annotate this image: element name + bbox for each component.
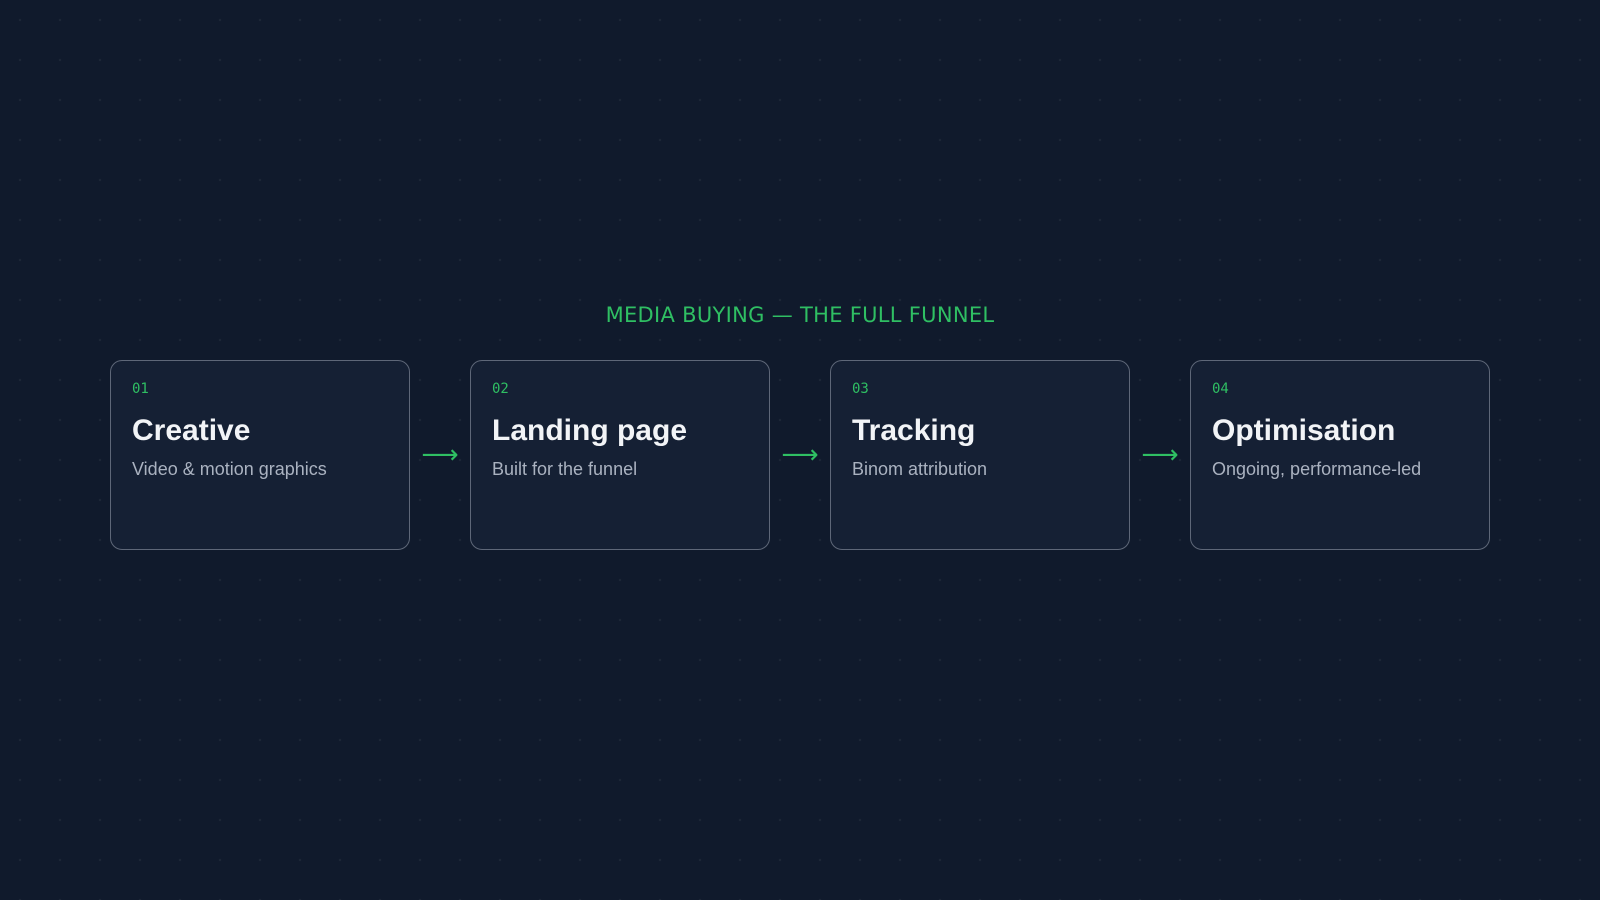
stage-title: Optimisation bbox=[1212, 414, 1396, 447]
funnel-stages: 01 Creative Video & motion graphics ⟶ 02… bbox=[110, 360, 1490, 550]
stage-description: Binom attribution bbox=[852, 459, 988, 479]
stage-card-optimisation: 04 Optimisation Ongoing, performance-led bbox=[1190, 360, 1490, 550]
right-arrow-icon: ⟶ bbox=[781, 440, 819, 470]
stage-description: Video & motion graphics bbox=[132, 459, 327, 479]
stage-number: 02 bbox=[492, 381, 509, 397]
funnel-title: MEDIA BUYING — THE FULL FUNNEL bbox=[605, 303, 995, 327]
stage-number: 04 bbox=[1212, 381, 1229, 397]
stage-title: Creative bbox=[132, 414, 251, 447]
stage-title: Landing page bbox=[492, 414, 687, 447]
right-arrow-icon: ⟶ bbox=[1141, 440, 1179, 470]
stage-description: Built for the funnel bbox=[492, 459, 638, 479]
stage-card-tracking: 03 Tracking Binom attribution bbox=[830, 360, 1130, 550]
stage-number: 03 bbox=[852, 381, 869, 397]
right-arrow-icon: ⟶ bbox=[421, 440, 459, 470]
stage-title: Tracking bbox=[852, 414, 976, 447]
stage-card-landing-page: 02 Landing page Built for the funnel bbox=[470, 360, 770, 550]
stage-number: 01 bbox=[132, 381, 149, 397]
stage-description: Ongoing, performance-led bbox=[1212, 459, 1422, 479]
stage-card-creative: 01 Creative Video & motion graphics bbox=[110, 360, 410, 550]
